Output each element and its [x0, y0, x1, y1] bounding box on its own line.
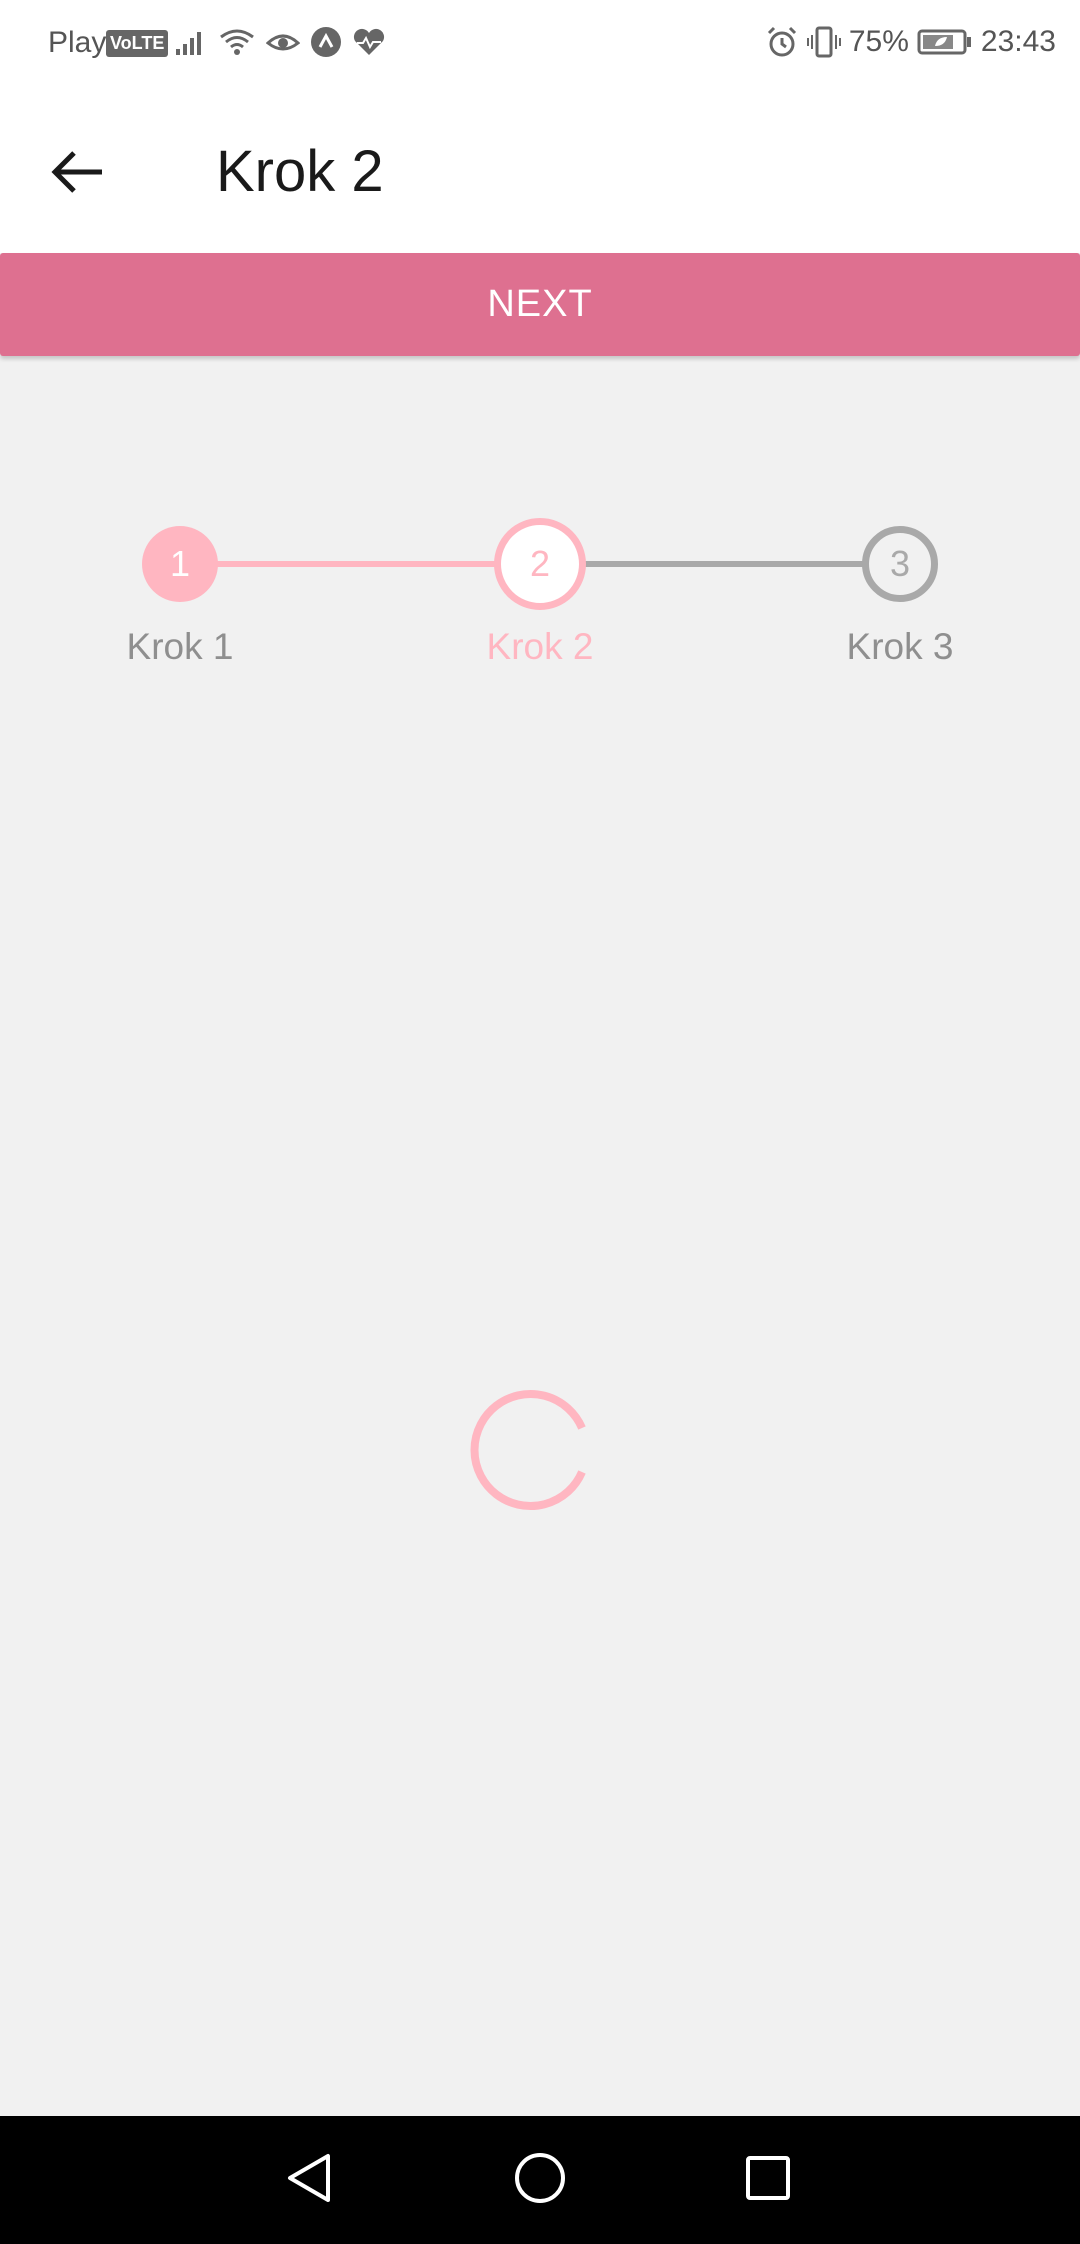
step-3-indicator[interactable]: 3: [862, 526, 938, 602]
wifi-icon: [218, 27, 256, 57]
stepper-connector-completed: [180, 561, 540, 567]
signal-icon: [174, 27, 208, 57]
page-title: Krok 2: [216, 139, 384, 204]
heart-rate-icon: [352, 27, 386, 57]
battery-icon: [917, 27, 973, 57]
status-bar: Play VoLTE 75% 23:43: [0, 0, 1080, 86]
nav-back-button[interactable]: [274, 2144, 346, 2216]
nav-home-button[interactable]: [504, 2144, 576, 2216]
step-1-indicator[interactable]: 1: [142, 526, 218, 602]
next-button[interactable]: NEXT: [0, 253, 1080, 356]
clock-time: 23:43: [980, 25, 1056, 58]
step-1-label: Krok 1: [126, 626, 234, 667]
back-button[interactable]: [34, 130, 122, 218]
nav-recents-icon: [738, 2148, 798, 2213]
stepper-connector-pending: [540, 561, 900, 567]
nav-home-icon: [510, 2148, 570, 2213]
step-3-label: Krok 3: [846, 626, 954, 667]
battery-label: 75%: [848, 25, 909, 58]
status-right-icons: 75% 23:43: [765, 22, 1056, 62]
vibrate-icon: [806, 25, 841, 59]
toolbar: Krok 2: [0, 86, 1080, 253]
app-icon: [310, 26, 342, 58]
volte-badge: VoLTE: [106, 30, 169, 57]
status-left-icons: [174, 22, 386, 62]
nav-back-icon: [280, 2148, 340, 2213]
back-arrow-icon: [50, 149, 106, 200]
step-2-label: Krok 2: [486, 626, 594, 667]
loading-spinner-icon: [470, 1380, 610, 1520]
navigation-bar: [0, 2116, 1080, 2244]
alarm-icon: [765, 25, 799, 59]
step-2-indicator[interactable]: 2: [494, 518, 586, 610]
carrier-label: Play: [48, 26, 107, 59]
nav-recents-button[interactable]: [732, 2144, 804, 2216]
eye-icon: [266, 27, 300, 57]
